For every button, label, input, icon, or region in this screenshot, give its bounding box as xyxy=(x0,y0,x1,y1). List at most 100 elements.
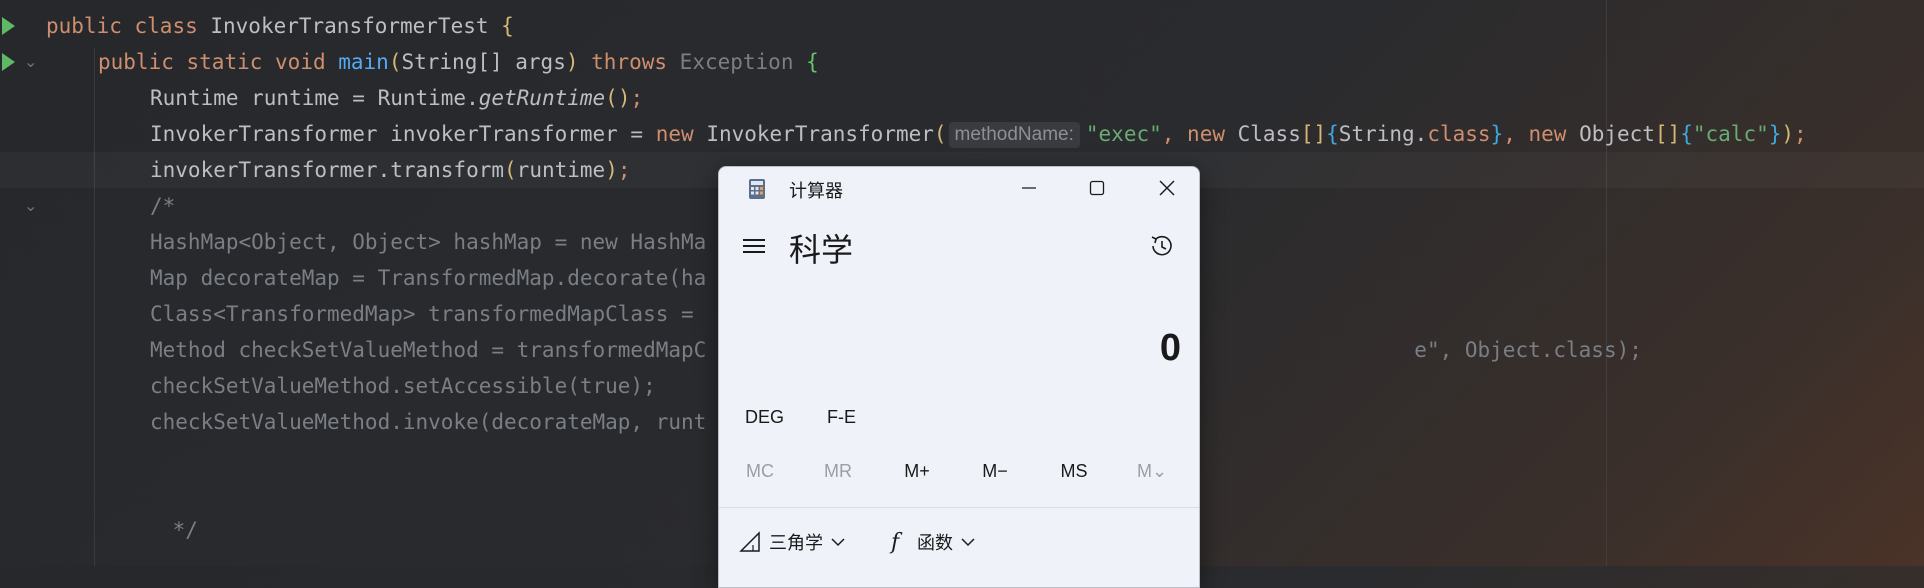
code-line[interactable]: checkSetValueMethod.invoke(decorateMap, … xyxy=(46,404,706,440)
code-line[interactable]: /* xyxy=(46,188,175,224)
code-line-text: public class InvokerTransformerTest { xyxy=(46,14,514,38)
trigonometry-dropdown[interactable]: 三角学 xyxy=(739,529,845,555)
code-token: new xyxy=(1187,122,1238,146)
fold-chevron-icon[interactable]: ⌄ xyxy=(24,196,37,215)
calculator-app-icon xyxy=(749,179,765,199)
code-line-text: Map decorateMap = TransformedMap.decorat… xyxy=(150,266,706,290)
function-dropdown[interactable]: f 函数 xyxy=(889,529,975,555)
code-token: Runtime runtime = Runtime. xyxy=(150,86,479,110)
maximize-button[interactable] xyxy=(1065,167,1129,209)
code-token: class xyxy=(134,14,211,38)
triangle-ruler-icon xyxy=(739,531,760,552)
editor-gutter: ⌄ ⌄ xyxy=(0,0,46,566)
code-token: [] xyxy=(1654,122,1681,146)
code-line[interactable] xyxy=(46,476,150,512)
memory-add-button[interactable]: M+ xyxy=(886,461,948,482)
window-title: 计算器 xyxy=(789,181,843,202)
code-token: "calc" xyxy=(1692,122,1769,146)
code-token: { xyxy=(1680,122,1693,146)
code-line[interactable]: Runtime runtime = Runtime.getRuntime(); xyxy=(46,80,643,116)
code-token: throws xyxy=(578,50,680,74)
function-row: 三角学 f 函数 xyxy=(719,517,1199,567)
chevron-down-icon xyxy=(831,538,845,547)
code-line[interactable]: checkSetValueMethod.setAccessible(true); xyxy=(46,368,656,404)
code-line-text: Runtime runtime = Runtime.getRuntime(); xyxy=(150,86,643,110)
code-token: InvokerTransformer xyxy=(706,122,934,146)
mode-title: 科学 xyxy=(789,231,854,269)
code-token: InvokerTransformerTest xyxy=(210,14,502,38)
code-token: { xyxy=(1326,122,1339,146)
code-token: Exception xyxy=(679,50,807,74)
code-token: ( xyxy=(933,122,947,146)
memory-list-button[interactable]: M⌄ xyxy=(1121,461,1183,482)
code-line[interactable]: Class<TransformedMap> transformedMapClas… xyxy=(46,296,706,332)
code-token: runtime xyxy=(516,158,606,182)
memory-subtract-button[interactable]: M− xyxy=(964,461,1026,482)
code-token: , xyxy=(1161,122,1188,146)
chevron-down-icon xyxy=(961,538,975,547)
svg-text:f: f xyxy=(889,530,903,554)
result-display: 0 xyxy=(1159,327,1181,369)
close-button[interactable] xyxy=(1135,167,1199,209)
memory-row: MC MR M+ M− MS M⌄ xyxy=(719,445,1199,495)
parameter-hint: methodName: xyxy=(948,122,1080,148)
code-token: ) xyxy=(1781,122,1795,146)
angle-mode-button[interactable]: DEG xyxy=(745,407,784,428)
divider xyxy=(719,507,1199,508)
code-token: Method checkSetValueMethod = transformed… xyxy=(150,338,707,362)
maximize-icon xyxy=(1089,180,1105,196)
code-token: ) xyxy=(565,50,579,74)
code-line[interactable]: public class InvokerTransformerTest { xyxy=(46,8,514,44)
code-token: Object xyxy=(1579,122,1655,146)
code-token: ; xyxy=(1794,122,1807,146)
code-token: checkSetValueMethod.invoke(decorateMap, … xyxy=(150,410,707,434)
history-icon[interactable] xyxy=(1147,231,1177,261)
code-token: void xyxy=(275,50,339,74)
code-token: ) xyxy=(605,158,618,182)
code-line[interactable]: InvokerTransformer invokerTransformer = … xyxy=(46,116,1807,152)
hamburger-menu-icon[interactable] xyxy=(743,235,765,255)
run-main-icon[interactable] xyxy=(2,53,15,71)
code-token: */ xyxy=(160,518,198,542)
code-line[interactable]: HashMap<Object, Object> hashMap = new Ha… xyxy=(46,224,706,260)
function-label: 函数 xyxy=(917,533,953,554)
memory-store-button[interactable]: MS xyxy=(1043,461,1105,482)
code-line[interactable]: Map decorateMap = TransformedMap.decorat… xyxy=(46,260,706,296)
code-token: new xyxy=(655,122,707,146)
title-bar[interactable]: 计算器 xyxy=(719,167,1199,209)
code-token: /* xyxy=(150,194,176,218)
code-line-text: */ xyxy=(160,518,198,542)
code-token: Class<TransformedMap> transformedMapClas… xyxy=(150,302,707,326)
code-line[interactable]: */ xyxy=(46,512,198,548)
code-token: invokerTransformer.transform xyxy=(150,158,505,182)
code-token: ; xyxy=(630,86,644,110)
code-line-text: Class<TransformedMap> transformedMapClas… xyxy=(150,302,706,326)
mode-header: 科学 xyxy=(719,221,1199,271)
run-class-icon[interactable] xyxy=(2,17,15,35)
code-line-text: InvokerTransformer invokerTransformer = … xyxy=(150,122,1807,148)
code-line[interactable]: public static void main(String[] args) t… xyxy=(46,44,819,80)
function-f-icon: f xyxy=(889,530,903,554)
trigonometry-label: 三角学 xyxy=(769,533,823,554)
code-line[interactable] xyxy=(46,440,150,476)
code-token: { xyxy=(806,50,819,74)
code-token: [] xyxy=(1300,122,1327,146)
code-token: Class xyxy=(1237,122,1301,146)
code-token: checkSetValueMethod.setAccessible(true); xyxy=(150,374,656,398)
code-token: class xyxy=(1427,122,1491,146)
minimize-button[interactable] xyxy=(997,167,1061,209)
code-token: "exec" xyxy=(1085,122,1162,146)
code-token: ( xyxy=(388,50,402,74)
code-token: ( xyxy=(504,158,517,182)
code-token: new xyxy=(1528,122,1580,146)
code-line-text: checkSetValueMethod.invoke(decorateMap, … xyxy=(150,410,706,434)
fold-chevron-icon[interactable]: ⌄ xyxy=(24,52,37,71)
code-line-text: /* xyxy=(150,194,175,218)
memory-clear-button[interactable]: MC xyxy=(729,461,791,482)
memory-recall-button[interactable]: MR xyxy=(807,461,869,482)
code-token: HashMap<Object, Object> hashMap = new Ha… xyxy=(150,230,707,254)
calculator-window[interactable]: 计算器 科学 0 DEG F-E MC MR M+ M− MS M⌄ 三角学 f… xyxy=(718,166,1200,588)
fe-toggle-button[interactable]: F-E xyxy=(827,407,856,428)
code-token: } xyxy=(1490,122,1504,146)
code-token: ; xyxy=(617,158,631,182)
